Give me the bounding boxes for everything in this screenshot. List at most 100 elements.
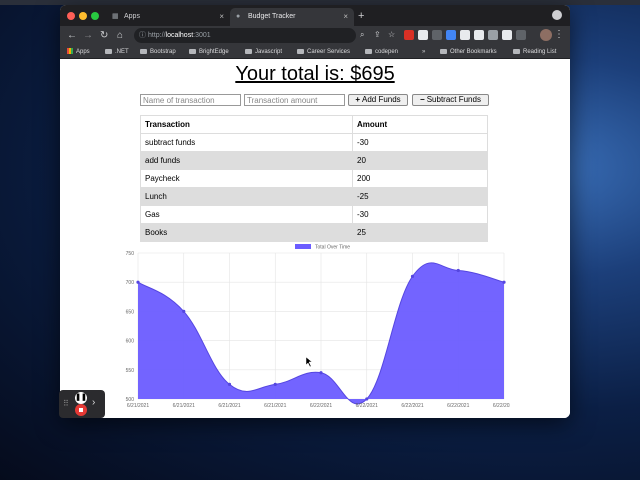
transaction-name-cell: Gas (140, 205, 353, 224)
plus-icon: + (355, 95, 360, 104)
total-over-time-chart: 500 550 600 650 700 750 6/21/2021 6/21/2021 6/21… (110, 239, 510, 409)
transaction-amount-cell: 200 (352, 169, 488, 188)
x-tick-label: 6/21/2021 (264, 403, 286, 409)
bookmark-other[interactable]: Other Bookmarks (440, 45, 497, 59)
x-tick-label: 6/21/2021 (173, 403, 195, 409)
bookmarks-more-button[interactable]: » (422, 45, 425, 59)
legend-swatch (295, 244, 311, 249)
info-icon[interactable]: ⓘ (139, 28, 146, 43)
screen-recorder-widget: ⠿ ❚❚ › (59, 390, 105, 418)
reading-list-icon (513, 49, 520, 54)
folder-icon (189, 49, 196, 54)
bookmark-career-services[interactable]: Career Services (297, 45, 350, 59)
transaction-name-input[interactable] (140, 94, 241, 106)
bookmark-label: BrightEdge (199, 49, 229, 55)
chevron-right-icon[interactable]: › (92, 397, 95, 408)
home-icon[interactable]: ⌂ (117, 29, 123, 42)
column-header-amount: Amount (352, 115, 488, 134)
tab-label: Budget Tracker (248, 13, 296, 20)
total-heading: Your total is: $695 (235, 63, 395, 85)
extension-icon[interactable] (488, 30, 498, 40)
x-tick-label: 6/22/2021 (401, 403, 423, 409)
bookmark-apps[interactable]: Apps (67, 45, 90, 59)
bookmark-javascript[interactable]: Javascript (245, 45, 282, 59)
bookmark-label: .NET (115, 49, 129, 55)
extension-icon[interactable] (418, 30, 428, 40)
browser-window: ▦ Apps × ● Budget Tracker × + ← → ↻ ⌂ ⓘ … (60, 5, 570, 418)
transaction-name-cell: Lunch (140, 187, 353, 206)
profile-avatar[interactable] (540, 29, 552, 41)
table-row: Paycheck 200 (140, 169, 488, 188)
data-point (136, 280, 140, 284)
y-tick-label: 600 (126, 339, 135, 345)
apps-grid-icon (67, 48, 73, 54)
tab-close-icon[interactable]: × (219, 8, 224, 26)
data-point (502, 280, 506, 284)
add-funds-button[interactable]: + Add Funds (348, 94, 408, 106)
zoom-window-button[interactable] (91, 12, 99, 20)
data-point (273, 382, 277, 386)
data-point (410, 274, 415, 278)
reload-icon[interactable]: ↻ (100, 29, 108, 42)
forward-arrow-icon[interactable]: → (83, 29, 93, 42)
bookmarks-bar: Apps .NET Bootstrap BrightEdge Javascrip… (60, 45, 570, 59)
bookmark-label: Career Services (307, 49, 351, 55)
extension-icon[interactable] (474, 30, 484, 40)
data-point (182, 309, 186, 313)
puzzle-icon[interactable] (502, 30, 512, 40)
extension-icon[interactable] (460, 30, 470, 40)
close-window-button[interactable] (67, 12, 75, 20)
x-tick-label: 6/21/2021 (127, 403, 149, 409)
extension-icon[interactable] (432, 30, 442, 40)
bookmark-label: Apps (76, 49, 90, 55)
url-host: localhost (165, 32, 194, 39)
transaction-amount-input[interactable] (244, 94, 345, 106)
transaction-amount-cell: -25 (352, 187, 488, 206)
y-tick-label: 700 (126, 280, 135, 286)
folder-icon (245, 49, 252, 54)
bookmark-brightedge[interactable]: BrightEdge (189, 45, 229, 59)
address-bar[interactable]: ⓘ http://localhost:3001 (134, 28, 356, 43)
add-funds-label: Add Funds (361, 95, 401, 104)
stop-recording-button[interactable] (75, 404, 87, 416)
minus-icon: − (420, 95, 425, 104)
folder-icon (365, 49, 372, 54)
pause-recording-button[interactable]: ❚❚ (75, 392, 87, 404)
zoom-icon[interactable]: ⌕ (360, 29, 364, 41)
data-point (456, 268, 460, 273)
x-tick-label: 6/22/2021 (447, 403, 469, 409)
subtract-funds-button[interactable]: − Subtract Funds (412, 94, 489, 106)
bookmark-bootstrap[interactable]: Bootstrap (140, 45, 176, 59)
drag-handle-icon[interactable]: ⠿ (63, 399, 69, 408)
share-icon[interactable]: ⇪ (374, 29, 381, 41)
minimize-window-button[interactable] (79, 12, 87, 20)
table-row: Lunch -25 (140, 187, 488, 206)
tab-apps[interactable]: ▦ Apps × (106, 8, 230, 26)
new-tab-button[interactable]: + (358, 8, 364, 24)
more-menu-icon[interactable]: ⋮ (554, 28, 564, 42)
transaction-name-cell: Paycheck (140, 169, 353, 188)
url-port: :3001 (193, 32, 211, 39)
back-arrow-icon[interactable]: ← (67, 29, 77, 42)
apps-grid-icon: ▦ (112, 13, 119, 20)
tab-bar: ▦ Apps × ● Budget Tracker × + (60, 5, 570, 26)
bookmark-reading-list[interactable]: Reading List (513, 45, 556, 59)
folder-icon (105, 49, 112, 54)
table-row: add funds 20 (140, 151, 488, 170)
folder-icon (440, 49, 447, 54)
data-point (365, 397, 369, 401)
tab-close-icon[interactable]: × (343, 8, 348, 26)
tab-budget-tracker[interactable]: ● Budget Tracker × (230, 8, 354, 26)
bookmark-dotnet[interactable]: .NET (105, 45, 129, 59)
transaction-name-cell: subtract funds (140, 133, 353, 152)
bookmark-star-icon[interactable]: ☆ (388, 29, 395, 41)
extension-icon[interactable] (446, 30, 456, 40)
tab-search-icon[interactable] (552, 10, 562, 20)
page-content: Your total is: $695 +Add Funds −Subtract… (60, 59, 570, 418)
bookmark-codepen[interactable]: codepen (365, 45, 398, 59)
extension-icon[interactable] (404, 30, 414, 40)
column-header-transaction: Transaction (140, 115, 353, 134)
browser-toolbar: ← → ↻ ⌂ ⓘ http://localhost:3001 ⌕ ⇪ ☆ ⋮ (60, 26, 570, 45)
extension-icon[interactable] (516, 30, 526, 40)
transactions-table: Transaction Amount subtract funds -30 ad… (140, 115, 488, 242)
